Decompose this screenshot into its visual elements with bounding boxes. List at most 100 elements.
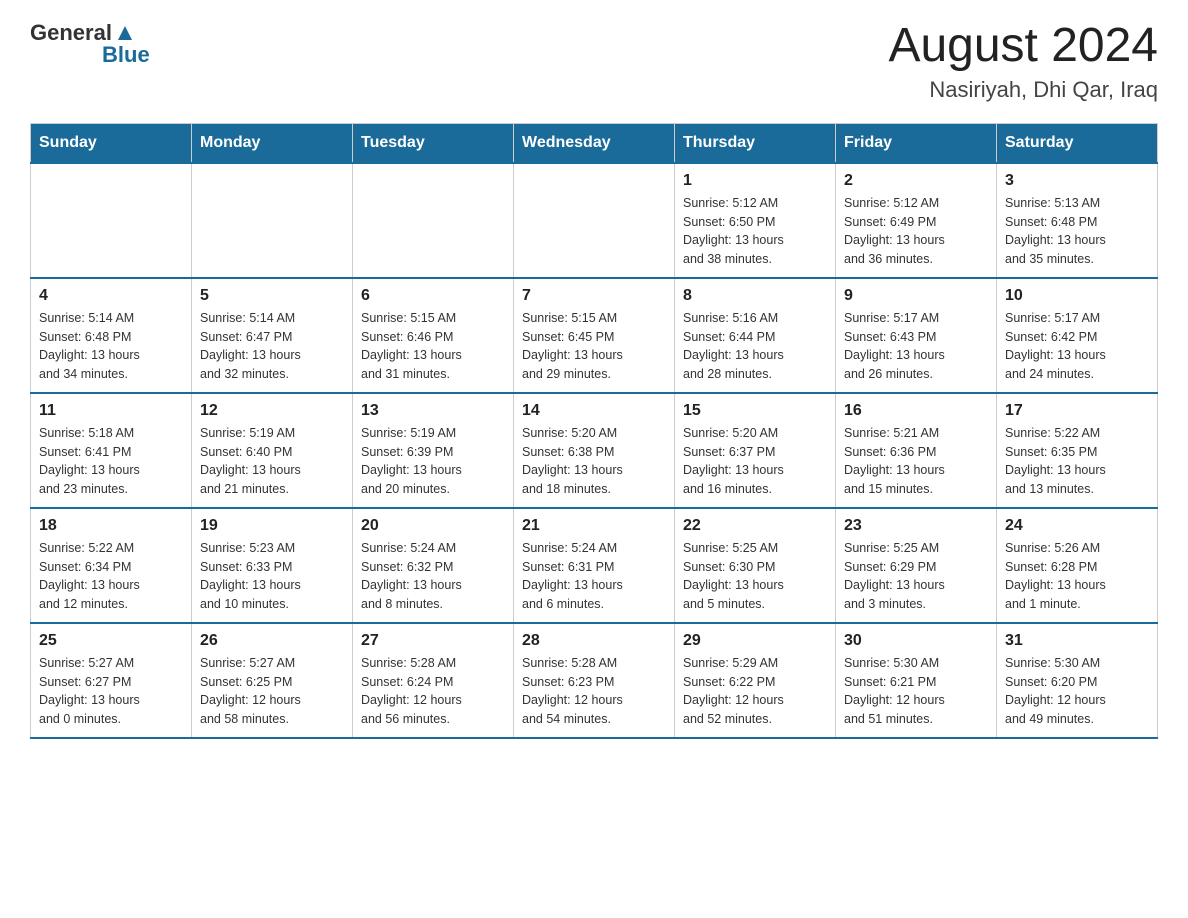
calendar-cell: 4Sunrise: 5:14 AMSunset: 6:48 PMDaylight… (31, 278, 192, 393)
calendar-cell (192, 163, 353, 278)
day-number: 20 (361, 517, 505, 535)
calendar-cell: 18 Sunrise: 5:22 AMSunset: 6:34 PMDayligh… (31, 508, 192, 623)
day-number: 7 (522, 287, 666, 305)
calendar-cell: 5Sunrise: 5:14 AMSunset: 6:47 PMDaylight… (192, 278, 353, 393)
day-number: 8 (683, 287, 827, 305)
day-number: 5 (200, 287, 344, 305)
day-number: 3 (1005, 172, 1149, 190)
calendar-cell: 25 Sunrise: 5:27 AMSunset: 6:27 PMDayligh… (31, 623, 192, 738)
calendar-cell: 8 Sunrise: 5:16 AMSunset: 6:44 PMDaylight… (675, 278, 836, 393)
calendar-cell: 14 Sunrise: 5:20 AMSunset: 6:38 PMDayligh… (514, 393, 675, 508)
day-number: 24 (1005, 517, 1149, 535)
day-number: 23 (844, 517, 988, 535)
calendar-cell: 24Sunrise: 5:26 AMSunset: 6:28 PMDayligh… (997, 508, 1158, 623)
calendar-cell: 31 Sunrise: 5:30 AMSunset: 6:20 PMDayligh… (997, 623, 1158, 738)
calendar-cell: 13Sunrise: 5:19 AMSunset: 6:39 PMDayligh… (353, 393, 514, 508)
day-number: 10 (1005, 287, 1149, 305)
day-number: 6 (361, 287, 505, 305)
day-info: Sunrise: 5:20 AMSunset: 6:38 PMDaylight:… (522, 424, 666, 499)
day-info: Sunrise: 5:15 AMSunset: 6:46 PMDaylight:… (361, 309, 505, 384)
logo: General Blue (30, 20, 150, 68)
day-of-week-header: Monday (192, 123, 353, 163)
calendar-week-row: 25 Sunrise: 5:27 AMSunset: 6:27 PMDayligh… (31, 623, 1158, 738)
day-number: 19 (200, 517, 344, 535)
day-info: Sunrise: 5:27 AMSunset: 6:25 PMDaylight:… (200, 654, 344, 729)
day-of-week-header: Saturday (997, 123, 1158, 163)
logo-blue-text: Blue (102, 42, 150, 68)
day-number: 11 (39, 402, 183, 420)
day-info: Sunrise: 5:28 AMSunset: 6:24 PMDaylight:… (361, 654, 505, 729)
day-info: Sunrise: 5:28 AMSunset: 6:23 PMDaylight:… (522, 654, 666, 729)
calendar-cell: 9Sunrise: 5:17 AMSunset: 6:43 PMDaylight… (836, 278, 997, 393)
day-number: 18 (39, 517, 183, 535)
calendar-week-row: 11Sunrise: 5:18 AMSunset: 6:41 PMDayligh… (31, 393, 1158, 508)
day-number: 31 (1005, 632, 1149, 650)
calendar-cell: 16 Sunrise: 5:21 AMSunset: 6:36 PMDayligh… (836, 393, 997, 508)
day-info: Sunrise: 5:19 AMSunset: 6:40 PMDaylight:… (200, 424, 344, 499)
calendar-cell: 26 Sunrise: 5:27 AMSunset: 6:25 PMDayligh… (192, 623, 353, 738)
calendar-cell: 15Sunrise: 5:20 AMSunset: 6:37 PMDayligh… (675, 393, 836, 508)
day-number: 25 (39, 632, 183, 650)
calendar-week-row: 4Sunrise: 5:14 AMSunset: 6:48 PMDaylight… (31, 278, 1158, 393)
day-info: Sunrise: 5:15 AMSunset: 6:45 PMDaylight:… (522, 309, 666, 384)
calendar-cell: 27 Sunrise: 5:28 AMSunset: 6:24 PMDayligh… (353, 623, 514, 738)
calendar-cell: 22Sunrise: 5:25 AMSunset: 6:30 PMDayligh… (675, 508, 836, 623)
calendar-table: SundayMondayTuesdayWednesdayThursdayFrid… (30, 123, 1158, 739)
day-number: 1 (683, 172, 827, 190)
day-number: 28 (522, 632, 666, 650)
day-number: 29 (683, 632, 827, 650)
day-of-week-header: Thursday (675, 123, 836, 163)
day-of-week-header: Friday (836, 123, 997, 163)
day-number: 26 (200, 632, 344, 650)
day-info: Sunrise: 5:25 AMSunset: 6:30 PMDaylight:… (683, 539, 827, 614)
day-of-week-header: Sunday (31, 123, 192, 163)
day-info: Sunrise: 5:22 AMSunset: 6:35 PMDaylight:… (1005, 424, 1149, 499)
calendar-cell: 30Sunrise: 5:30 AMSunset: 6:21 PMDayligh… (836, 623, 997, 738)
calendar-cell (353, 163, 514, 278)
day-info: Sunrise: 5:24 AMSunset: 6:31 PMDaylight:… (522, 539, 666, 614)
title-section: August 2024 Nasiriyah, Dhi Qar, Iraq (888, 20, 1158, 103)
day-number: 30 (844, 632, 988, 650)
day-number: 14 (522, 402, 666, 420)
day-number: 9 (844, 287, 988, 305)
day-info: Sunrise: 5:14 AMSunset: 6:48 PMDaylight:… (39, 309, 183, 384)
logo-triangle-icon (114, 22, 136, 44)
day-info: Sunrise: 5:24 AMSunset: 6:32 PMDaylight:… (361, 539, 505, 614)
day-number: 21 (522, 517, 666, 535)
day-number: 16 (844, 402, 988, 420)
calendar-week-row: 1 Sunrise: 5:12 AMSunset: 6:50 PMDaylight… (31, 163, 1158, 278)
day-info: Sunrise: 5:13 AMSunset: 6:48 PMDaylight:… (1005, 194, 1149, 269)
day-info: Sunrise: 5:22 AMSunset: 6:34 PMDaylight:… (39, 539, 183, 614)
calendar-week-row: 18 Sunrise: 5:22 AMSunset: 6:34 PMDayligh… (31, 508, 1158, 623)
page-header: General Blue August 2024 Nasiriyah, Dhi … (30, 20, 1158, 103)
calendar-header-row: SundayMondayTuesdayWednesdayThursdayFrid… (31, 123, 1158, 163)
calendar-title: August 2024 (888, 20, 1158, 73)
day-of-week-header: Tuesday (353, 123, 514, 163)
day-info: Sunrise: 5:16 AMSunset: 6:44 PMDaylight:… (683, 309, 827, 384)
calendar-cell: 29 Sunrise: 5:29 AMSunset: 6:22 PMDayligh… (675, 623, 836, 738)
day-number: 2 (844, 172, 988, 190)
calendar-cell: 19 Sunrise: 5:23 AMSunset: 6:33 PMDayligh… (192, 508, 353, 623)
day-info: Sunrise: 5:19 AMSunset: 6:39 PMDaylight:… (361, 424, 505, 499)
calendar-cell: 1 Sunrise: 5:12 AMSunset: 6:50 PMDaylight… (675, 163, 836, 278)
day-info: Sunrise: 5:27 AMSunset: 6:27 PMDaylight:… (39, 654, 183, 729)
day-info: Sunrise: 5:12 AMSunset: 6:49 PMDaylight:… (844, 194, 988, 269)
calendar-cell (31, 163, 192, 278)
calendar-cell: 28 Sunrise: 5:28 AMSunset: 6:23 PMDayligh… (514, 623, 675, 738)
calendar-cell: 11Sunrise: 5:18 AMSunset: 6:41 PMDayligh… (31, 393, 192, 508)
day-number: 27 (361, 632, 505, 650)
calendar-cell: 10Sunrise: 5:17 AMSunset: 6:42 PMDayligh… (997, 278, 1158, 393)
day-of-week-header: Wednesday (514, 123, 675, 163)
calendar-cell: 2 Sunrise: 5:12 AMSunset: 6:49 PMDaylight… (836, 163, 997, 278)
calendar-cell (514, 163, 675, 278)
calendar-cell: 17Sunrise: 5:22 AMSunset: 6:35 PMDayligh… (997, 393, 1158, 508)
day-info: Sunrise: 5:21 AMSunset: 6:36 PMDaylight:… (844, 424, 988, 499)
calendar-cell: 7 Sunrise: 5:15 AMSunset: 6:45 PMDaylight… (514, 278, 675, 393)
day-info: Sunrise: 5:25 AMSunset: 6:29 PMDaylight:… (844, 539, 988, 614)
day-info: Sunrise: 5:12 AMSunset: 6:50 PMDaylight:… (683, 194, 827, 269)
calendar-cell: 21 Sunrise: 5:24 AMSunset: 6:31 PMDayligh… (514, 508, 675, 623)
day-info: Sunrise: 5:30 AMSunset: 6:20 PMDaylight:… (1005, 654, 1149, 729)
day-info: Sunrise: 5:23 AMSunset: 6:33 PMDaylight:… (200, 539, 344, 614)
day-info: Sunrise: 5:29 AMSunset: 6:22 PMDaylight:… (683, 654, 827, 729)
day-number: 15 (683, 402, 827, 420)
